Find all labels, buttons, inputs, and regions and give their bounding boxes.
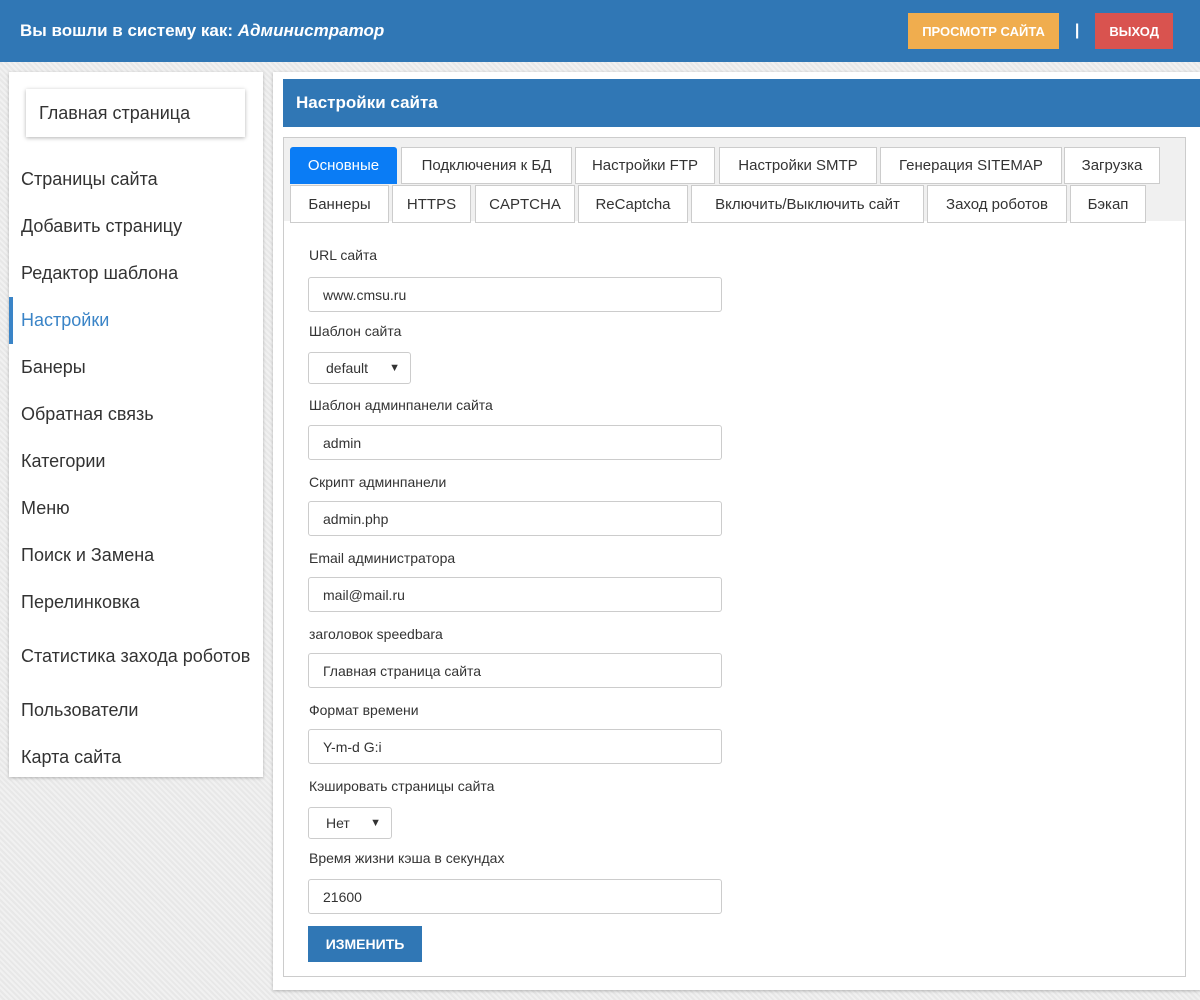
sidebar-item-site-pages[interactable]: Страницы сайта [9,156,263,203]
tab-captcha[interactable]: CAPTCHA [475,185,575,223]
url-input[interactable] [308,277,722,312]
tab-smtp-settings[interactable]: Настройки SMTP [719,147,877,184]
sidebar-item-categories[interactable]: Категории [9,438,263,485]
cache-label: Кэшировать страницы сайта [309,778,495,794]
template-select[interactable]: default ▼ [308,352,411,384]
admin-email-label: Email администратора [309,550,456,566]
sidebar-item-menu[interactable]: Меню [9,485,263,532]
login-prefix: Вы вошли в систему как: [20,21,234,40]
tab-sitemap-generation[interactable]: Генерация SITEMAP [880,147,1062,184]
page-title: Настройки сайта [283,79,1200,127]
tab-ftp-settings[interactable]: Настройки FTP [575,147,715,184]
template-label: Шаблон сайта [309,323,402,339]
tab-recaptcha[interactable]: ReCaptcha [578,185,688,223]
sidebar-item-feedback[interactable]: Обратная связь [9,391,263,438]
sidebar: Главная страница Страницы сайта Добавить… [9,72,263,777]
tab-site-toggle[interactable]: Включить/Выключить сайт [691,185,924,223]
admin-script-label: Скрипт админпанели [309,474,447,490]
cache-select[interactable]: Нет ▼ [308,807,392,839]
sidebar-item-robot-stats[interactable]: Статистика захода роботов [9,626,263,687]
tab-upload[interactable]: Загрузка [1064,147,1160,184]
tab-db-connection[interactable]: Подключения к БД [401,147,572,184]
sidebar-item-users[interactable]: Пользователи [9,687,263,734]
admin-script-input[interactable] [308,501,722,536]
time-format-input[interactable] [308,729,722,764]
sidebar-home-button[interactable]: Главная страница [26,89,245,137]
url-label: URL сайта [309,247,378,263]
main-panel: Настройки сайта Основные Подключения к Б… [273,72,1200,990]
settings-tab-container: Основные Подключения к БД Настройки FTP … [283,137,1186,977]
tab-main[interactable]: Основные [290,147,397,184]
template-select-value: default [326,360,369,376]
top-bar: Вы вошли в систему как: Администратор Пр… [0,0,1200,62]
dropdown-arrow-icon: ▼ [389,362,400,374]
admin-email-input[interactable] [308,577,722,612]
tab-backup[interactable]: Бэкап [1070,185,1146,223]
admin-template-input[interactable] [308,425,722,460]
sidebar-item-interlinking[interactable]: Перелинковка [9,579,263,626]
sidebar-item-search-replace[interactable]: Поиск и Замена [9,532,263,579]
cache-ttl-input[interactable] [308,879,722,914]
sidebar-item-banners[interactable]: Банеры [9,344,263,391]
cache-select-value: Нет [326,815,350,831]
sidebar-item-template-editor[interactable]: Редактор шаблона [9,250,263,297]
speedbar-input[interactable] [308,653,722,688]
cache-ttl-label: Время жизни кэша в секундах [309,850,505,866]
logout-button[interactable]: Выход [1095,13,1173,49]
submit-button[interactable]: Изменить [308,926,422,962]
tab-robot-visits[interactable]: Заход роботов [927,185,1067,223]
time-format-label: Формат времени [309,702,419,718]
sidebar-item-settings[interactable]: Настройки [9,297,263,344]
admin-template-label: Шаблон админпанели сайта [309,397,493,413]
user-role: Администратор [237,21,385,40]
tab-https[interactable]: HTTPS [392,185,471,223]
sidebar-item-add-page[interactable]: Добавить страницу [9,203,263,250]
view-site-button[interactable]: Просмотр сайта [908,13,1059,49]
sidebar-item-sitemap[interactable]: Карта сайта [9,734,263,781]
speedbar-label: заголовок speedbara [309,626,443,642]
dropdown-arrow-icon: ▼ [370,817,381,829]
sidebar-menu: Страницы сайта Добавить страницу Редакто… [9,156,263,781]
separator: | [1074,22,1080,39]
tab-banners[interactable]: Баннеры [290,185,389,223]
login-status: Вы вошли в систему как: Администратор [20,21,384,41]
